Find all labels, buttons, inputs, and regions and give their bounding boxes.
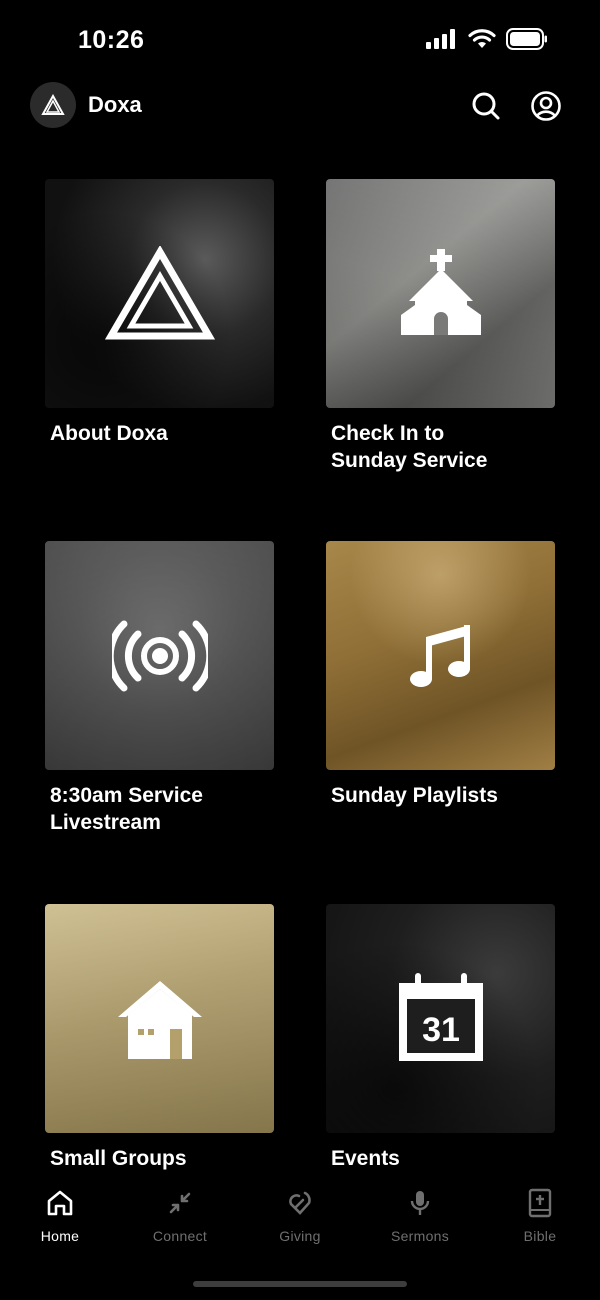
tile-image bbox=[326, 179, 555, 408]
tile-small-groups[interactable]: Small Groups bbox=[45, 904, 274, 1172]
tab-label: Bible bbox=[523, 1228, 557, 1244]
tab-giving[interactable]: Giving bbox=[240, 1188, 360, 1268]
tab-sermons[interactable]: Sermons bbox=[360, 1188, 480, 1268]
bottom-tab-bar: Home Connect Giving Sermons Bible bbox=[0, 1188, 600, 1268]
status-time: 10:26 bbox=[78, 26, 145, 54]
tile-image bbox=[45, 904, 274, 1133]
tile-about-doxa[interactable]: About Doxa bbox=[45, 179, 274, 447]
app-title: Doxa bbox=[88, 92, 142, 117]
tab-label: Sermons bbox=[390, 1228, 450, 1244]
status-icons bbox=[426, 28, 548, 50]
triangle-logo-icon bbox=[104, 245, 215, 339]
tile-label: About Doxa bbox=[50, 422, 168, 445]
tile-label: 8:30am Service Livestream bbox=[50, 784, 203, 834]
tab-label: Giving bbox=[279, 1228, 321, 1244]
tile-label: Check In to Sunday Service bbox=[331, 422, 488, 472]
tile-image bbox=[45, 179, 274, 408]
app-logo[interactable] bbox=[30, 82, 76, 128]
tile-image bbox=[326, 541, 555, 770]
tile-playlists[interactable]: Sunday Playlists bbox=[326, 541, 555, 809]
calendar-day: 31 bbox=[422, 1011, 460, 1049]
tab-label: Connect bbox=[152, 1228, 208, 1244]
bible-icon bbox=[528, 1188, 552, 1218]
tab-label: Home bbox=[40, 1228, 80, 1244]
battery-icon bbox=[506, 28, 547, 50]
profile-icon bbox=[531, 91, 561, 121]
search-icon bbox=[472, 92, 500, 120]
search-button[interactable] bbox=[470, 90, 502, 122]
triangle-logo-icon bbox=[41, 94, 65, 115]
tile-label: Small Groups bbox=[50, 1147, 187, 1170]
home-icon bbox=[47, 1190, 73, 1216]
tab-home[interactable]: Home bbox=[0, 1188, 120, 1268]
connect-icon bbox=[169, 1192, 191, 1214]
calendar-icon: 31 bbox=[398, 972, 483, 1061]
status-bar: 10:26 bbox=[0, 0, 600, 80]
giving-icon bbox=[289, 1191, 311, 1215]
tab-connect[interactable]: Connect bbox=[120, 1188, 240, 1268]
broadcast-icon bbox=[111, 620, 208, 691]
tab-bible[interactable]: Bible bbox=[480, 1188, 600, 1268]
tile-check-in[interactable]: Check In to Sunday Service bbox=[326, 179, 555, 474]
church-icon bbox=[400, 248, 481, 335]
music-note-icon bbox=[409, 624, 470, 687]
wifi-icon bbox=[468, 29, 496, 48]
app-header: Doxa bbox=[0, 80, 600, 134]
tile-events[interactable]: 31 Events bbox=[326, 904, 555, 1172]
home-indicator bbox=[193, 1281, 407, 1287]
house-icon bbox=[117, 980, 202, 1059]
cellular-signal-icon bbox=[426, 29, 455, 49]
tile-label: Events bbox=[331, 1147, 400, 1170]
tile-livestream[interactable]: 8:30am Service Livestream bbox=[45, 541, 274, 836]
profile-button[interactable] bbox=[530, 90, 562, 122]
tile-label: Sunday Playlists bbox=[331, 784, 498, 807]
tile-image bbox=[45, 541, 274, 770]
microphone-icon bbox=[410, 1191, 430, 1215]
tile-image: 31 bbox=[326, 904, 555, 1133]
